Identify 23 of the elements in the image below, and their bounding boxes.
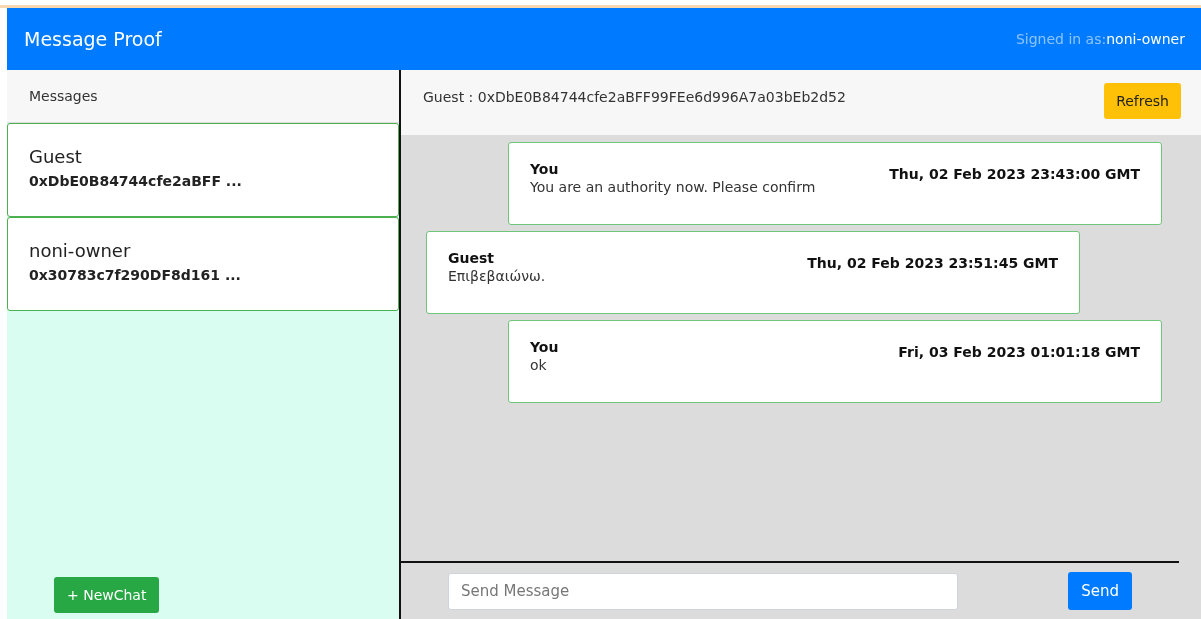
chat-name: noni-owner (29, 240, 132, 261)
message-text: ok (530, 357, 548, 373)
message-time: Thu, 02 Feb 2023 23:43:00 GMT (889, 166, 1140, 184)
message-input[interactable]: Send Message (448, 572, 959, 610)
chat-address: 0x30783c7f290DF8d161 ... (29, 267, 242, 283)
message-sender: Guest (448, 250, 495, 266)
message-time: Fri, 03 Feb 2023 01:01:18 GMT (898, 344, 1140, 362)
signed-in-label: Signed in as: (1015, 31, 1107, 47)
chat-item[interactable]: noni-owner 0x30783c7f290DF8d161 ... (7, 217, 399, 311)
message-text: Επιβεβαιώνω. (448, 268, 547, 284)
app-title: Message Proof (24, 28, 162, 50)
message-time: Thu, 02 Feb 2023 23:51:45 GMT (807, 255, 1058, 273)
message-text: You are an authority now. Please confirm (530, 179, 817, 195)
message-sender: You (530, 339, 560, 355)
conversation-title: Guest : 0xDbE0B84744cfe2aBFF99FEe6d996A7a03bEb2d52 (423, 89, 846, 105)
chat-address: 0xDbE0B84744cfe2aBFF ... (29, 173, 243, 189)
sidebar-title: Messages (7, 70, 399, 123)
refresh-button[interactable]: Refresh (1104, 83, 1181, 119)
signed-in-user: noni-owner (1106, 31, 1185, 47)
chat-name: Guest (29, 146, 83, 167)
chat-item[interactable]: Guest 0xDbE0B84744cfe2aBFF ... (7, 123, 399, 217)
message-sender: You (530, 161, 560, 177)
send-button[interactable]: Send (1068, 572, 1132, 610)
